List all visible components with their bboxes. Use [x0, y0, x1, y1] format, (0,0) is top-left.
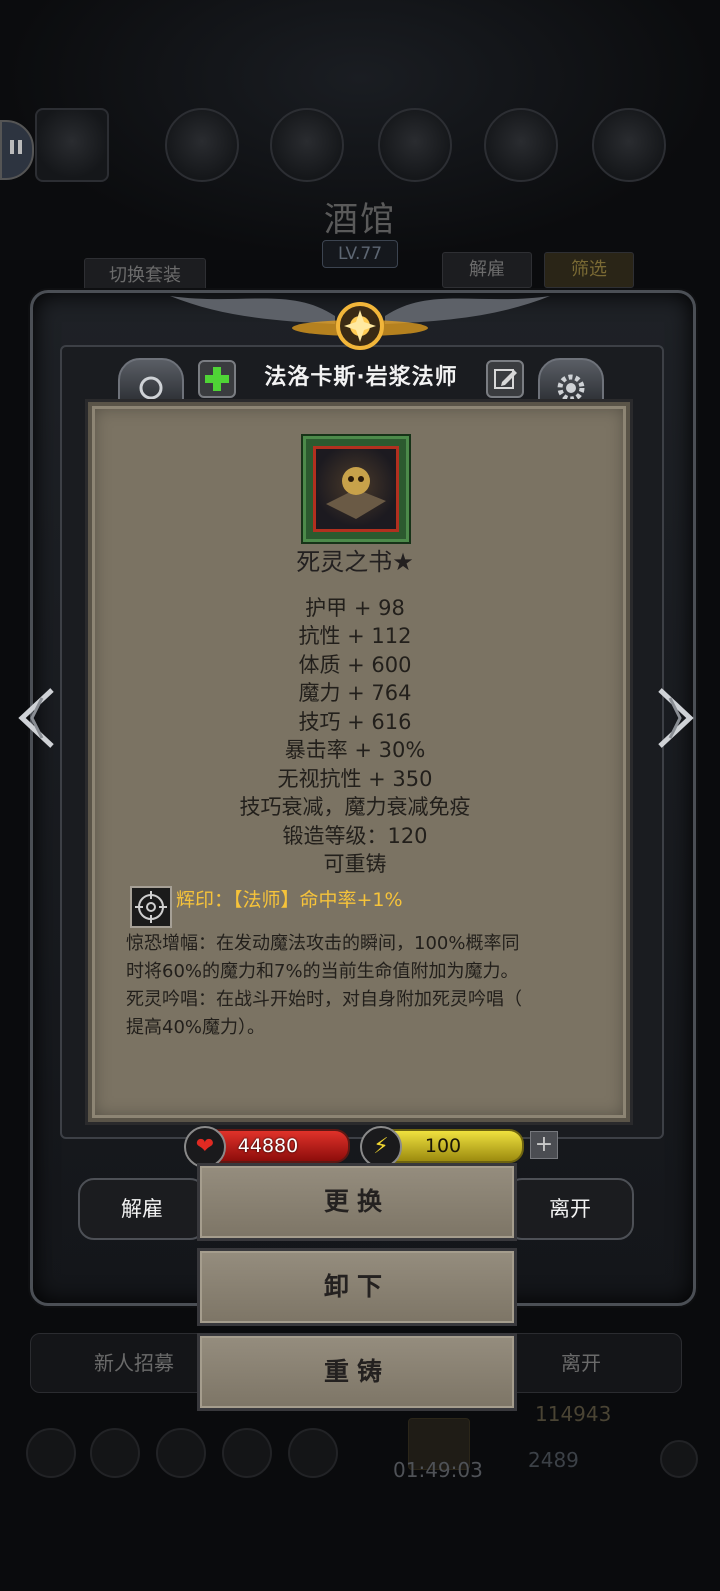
- reforge-button[interactable]: 重铸: [197, 1333, 517, 1411]
- chat-icon-bar: [18, 140, 22, 154]
- menu-icon-3: [378, 108, 452, 182]
- ring-icon: [139, 376, 163, 400]
- stat-crit-rate: 暴击率 + 30%: [284, 738, 426, 762]
- bottom-nav-icon-5: [288, 1428, 338, 1478]
- gear-icon: [557, 374, 585, 402]
- hero-name: 法洛卡斯·岩浆法师: [264, 365, 458, 390]
- stat-magic: 魔力 + 764: [298, 681, 412, 705]
- menu-icon-4: [484, 108, 558, 182]
- description-line: 死灵吟唱：在战斗开始时，对自身附加死灵吟唱（: [126, 989, 522, 1010]
- replace-button[interactable]: 更换: [197, 1163, 517, 1241]
- leave-button[interactable]: 离开: [506, 1178, 634, 1240]
- menu-icon-5: [592, 108, 666, 182]
- description-line: 提高40%魔力）。: [126, 1017, 266, 1038]
- chest-timer: 01:49:03: [393, 1458, 483, 1482]
- unequip-button[interactable]: 卸下: [197, 1248, 517, 1326]
- bottom-nav-icon-4: [222, 1428, 272, 1478]
- description-line: 时将60%的魔力和7%的当前生命值附加为魔力。: [126, 961, 519, 982]
- menu-icon-1: [165, 108, 239, 182]
- stat-armor: 护甲 + 98: [305, 596, 405, 620]
- hp-bar: 44880 ❤: [184, 1126, 350, 1168]
- dismiss-button[interactable]: 解雇: [78, 1178, 206, 1240]
- gem-amount: 2489: [528, 1448, 579, 1472]
- add-energy-button[interactable]: +: [530, 1131, 558, 1159]
- target-icon: [135, 891, 167, 923]
- lightning-icon: ⚡: [360, 1126, 402, 1168]
- rune-icon: [130, 886, 172, 928]
- stat-forge-level: 锻造等级：120: [282, 824, 428, 848]
- ring-slot-button[interactable]: [118, 358, 184, 406]
- description-line: 惊恐增幅：在发动魔法攻击的瞬间，100%概率同: [126, 933, 520, 954]
- edit-icon: [494, 369, 517, 389]
- stat-immunity: 技巧衰减，魔力衰减免疫: [239, 795, 471, 819]
- sun-emblem-icon: [292, 302, 428, 350]
- stat-skill: 技巧 + 616: [298, 710, 412, 734]
- bottom-nav-icon-2: [90, 1428, 140, 1478]
- stat-constitution: 体质 + 600: [298, 653, 412, 677]
- rename-button[interactable]: [486, 360, 524, 398]
- stat-resistance: 抗性 + 112: [298, 624, 412, 648]
- bottom-nav-icon-1: [26, 1428, 76, 1478]
- energy-bar: 100 ⚡: [360, 1126, 524, 1168]
- next-arrow-icon[interactable]: [652, 686, 700, 750]
- chat-icon: [10, 140, 14, 154]
- tavern-level: LV.77: [322, 240, 398, 268]
- menu-icon-0: [35, 108, 109, 182]
- book-icon: [326, 467, 386, 519]
- rune-effect: 辉印：【法师】命中率+1%: [176, 889, 403, 911]
- item-name: 死灵之书★: [296, 548, 414, 576]
- settings-button[interactable]: [538, 358, 604, 406]
- bottom-nav-icon-6: [660, 1440, 698, 1478]
- stat-ignore-resistance: 无视抗性 + 350: [277, 767, 433, 791]
- menu-icon-2: [270, 108, 344, 182]
- add-hero-button[interactable]: [198, 360, 236, 398]
- plus-icon: [205, 367, 229, 391]
- stat-reforgeable: 可重铸: [323, 852, 387, 876]
- bottom-nav-icon-3: [156, 1428, 206, 1478]
- gold-amount: 114943: [535, 1402, 612, 1426]
- tavern-title: 酒馆: [324, 200, 396, 240]
- prev-arrow-icon[interactable]: [12, 686, 60, 750]
- heart-icon: ❤: [184, 1126, 226, 1168]
- necronomicon-icon: [313, 446, 399, 532]
